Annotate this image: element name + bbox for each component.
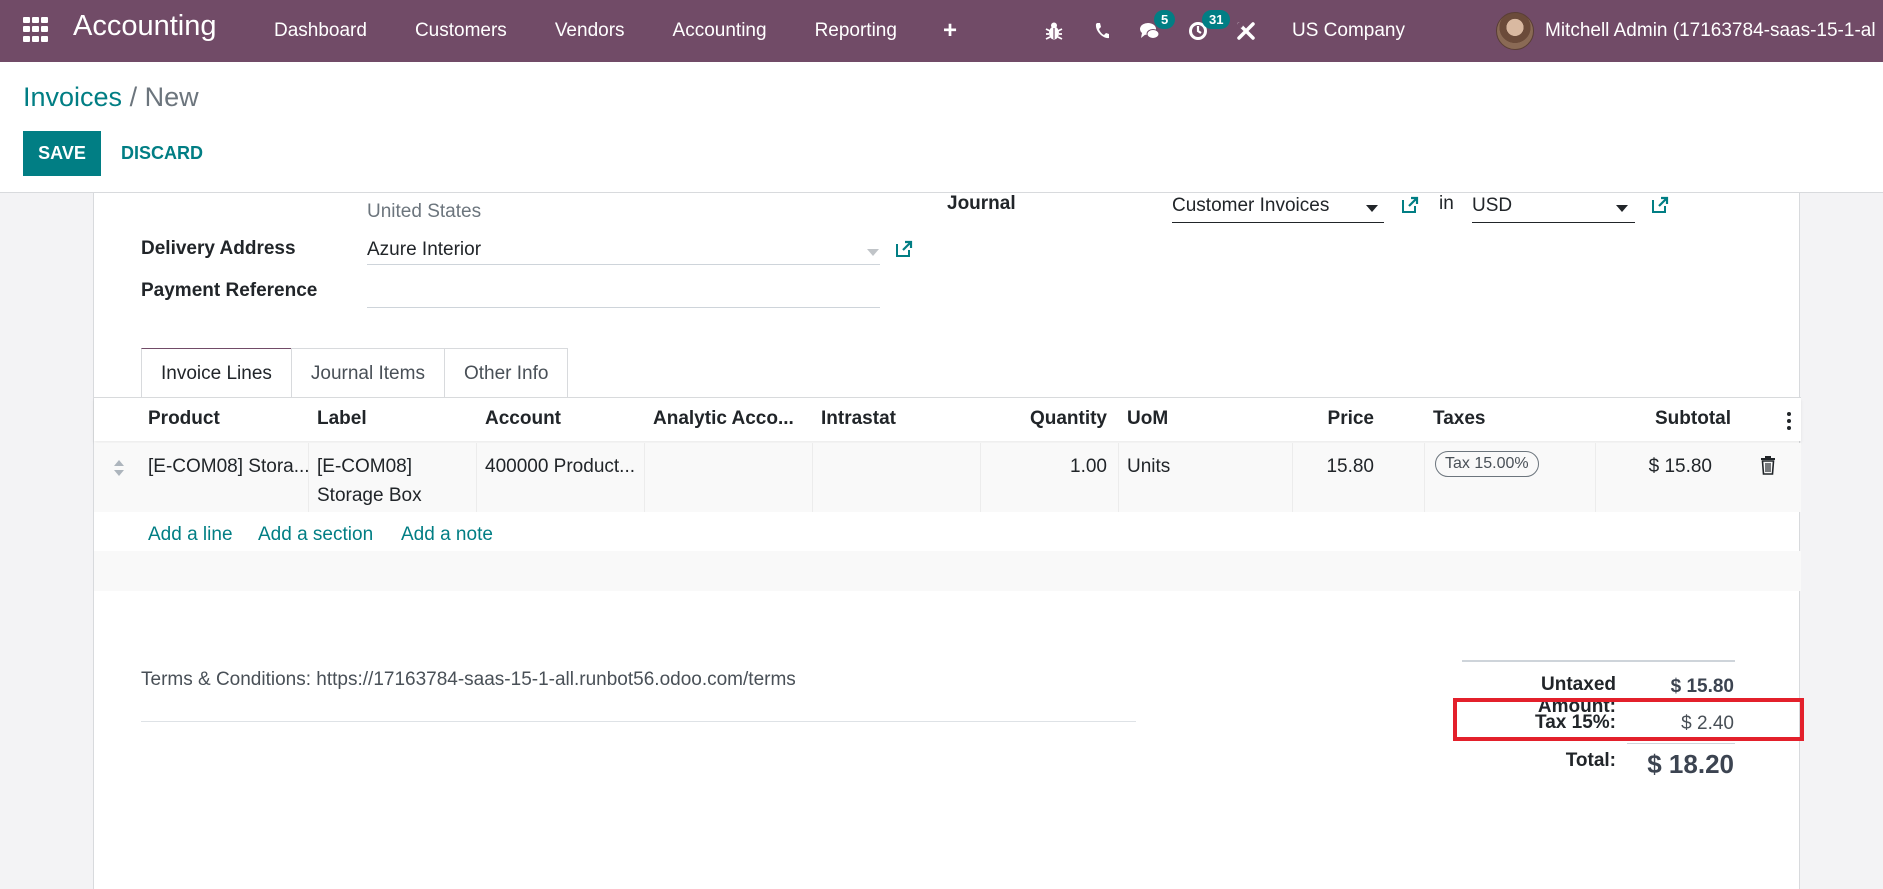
- phone-icon[interactable]: [1078, 0, 1126, 62]
- app-title[interactable]: Accounting: [73, 10, 217, 43]
- company-switcher[interactable]: US Company: [1270, 20, 1427, 42]
- delete-row-trash-icon[interactable]: [1760, 455, 1776, 475]
- tab-journal-items[interactable]: Journal Items: [290, 348, 445, 398]
- column-subtotal[interactable]: Subtotal: [1644, 408, 1731, 430]
- add-a-note-link[interactable]: Add a note: [401, 524, 493, 546]
- journal-external-link-icon[interactable]: [1400, 195, 1420, 215]
- column-intrastat[interactable]: Intrastat: [821, 408, 896, 430]
- payment-reference-label: Payment Reference: [141, 280, 318, 301]
- activities-clock-icon[interactable]: 31: [1174, 0, 1231, 62]
- user-menu[interactable]: Mitchell Admin (17163784-saas-15-1-al: [1496, 0, 1876, 62]
- column-separator: [1118, 443, 1119, 512]
- journal-dropdown-icon[interactable]: [1366, 205, 1378, 212]
- column-product[interactable]: Product: [148, 408, 220, 430]
- terms-divider: [141, 721, 1136, 722]
- cell-label-line2: Storage Box: [317, 485, 422, 506]
- breadcrumb-current: New: [144, 82, 199, 112]
- delivery-address-dropdown-icon[interactable]: [867, 249, 879, 256]
- cell-uom[interactable]: Units: [1127, 452, 1170, 481]
- tab-other-info[interactable]: Other Info: [443, 348, 569, 398]
- app-grid-icon[interactable]: [23, 17, 49, 43]
- main-menu: Dashboard Customers Vendors Accounting R…: [250, 0, 979, 62]
- journal-value: Customer Invoices: [1172, 195, 1330, 216]
- plus-icon[interactable]: +: [921, 0, 979, 62]
- cell-price[interactable]: 15.80: [1294, 452, 1374, 481]
- total-divider: [1627, 743, 1735, 744]
- invoice-lines-header: Product Label Account Analytic Acco... I…: [94, 398, 1801, 441]
- column-price[interactable]: Price: [1314, 408, 1374, 430]
- optional-columns-kebab-icon[interactable]: [1787, 412, 1792, 430]
- avatar: [1496, 12, 1534, 50]
- add-a-line-link[interactable]: Add a line: [148, 524, 233, 546]
- terms-and-conditions: Terms & Conditions: https://17163784-saa…: [141, 669, 796, 690]
- table-row[interactable]: [E-COM08] Stora... [E-COM08] Storage Box…: [94, 443, 1801, 512]
- currency-dropdown-icon[interactable]: [1616, 205, 1628, 212]
- column-separator: [1424, 443, 1425, 512]
- menu-vendors[interactable]: Vendors: [531, 0, 649, 62]
- systray: 5 31 US Company: [1030, 0, 1427, 62]
- journal-label: Journal: [947, 193, 1016, 214]
- address-country: United States: [367, 201, 482, 222]
- add-a-section-link[interactable]: Add a section: [258, 524, 373, 546]
- column-analytic-account[interactable]: Analytic Acco...: [653, 408, 794, 430]
- messages-count-badge: 5: [1154, 10, 1176, 29]
- untaxed-amount-value: $ 15.80: [1670, 676, 1734, 697]
- delivery-address-label: Delivery Address: [141, 238, 296, 259]
- total-value: $ 18.20: [1647, 749, 1734, 779]
- breadcrumb-separator: /: [122, 82, 145, 112]
- save-button[interactable]: SAVE: [23, 131, 101, 176]
- top-navbar: Accounting Dashboard Customers Vendors A…: [0, 0, 1883, 62]
- tab-invoice-lines[interactable]: Invoice Lines: [141, 348, 292, 399]
- column-separator: [812, 443, 813, 512]
- menu-dashboard[interactable]: Dashboard: [250, 0, 391, 62]
- cell-product[interactable]: [E-COM08] Stora...: [148, 452, 310, 481]
- menu-customers[interactable]: Customers: [391, 0, 531, 62]
- cell-label-line1: [E-COM08]: [317, 456, 413, 477]
- currency-external-link-icon[interactable]: [1650, 195, 1670, 215]
- column-taxes[interactable]: Taxes: [1433, 408, 1485, 430]
- cell-quantity[interactable]: 1.00: [1027, 452, 1107, 481]
- column-uom[interactable]: UoM: [1127, 408, 1168, 430]
- user-name: Mitchell Admin (17163784-saas-15-1-al: [1545, 20, 1876, 41]
- column-separator: [980, 443, 981, 512]
- cell-subtotal: $ 15.80: [1648, 456, 1712, 477]
- totals-top-divider: [1462, 660, 1735, 662]
- column-separator: [476, 443, 477, 512]
- tools-icon[interactable]: [1222, 0, 1270, 62]
- empty-row: [94, 551, 1801, 591]
- column-account[interactable]: Account: [485, 408, 561, 430]
- tax-tag[interactable]: Tax 15.00%: [1435, 451, 1539, 477]
- tax-15-value: $ 2.40: [1681, 713, 1734, 734]
- column-label[interactable]: Label: [317, 408, 367, 430]
- debug-bug-icon[interactable]: [1030, 0, 1078, 62]
- cell-account[interactable]: 400000 Product...: [485, 452, 635, 481]
- messages-icon[interactable]: 5: [1126, 0, 1176, 62]
- menu-reporting[interactable]: Reporting: [791, 0, 921, 62]
- delivery-address-external-link-icon[interactable]: [894, 239, 914, 259]
- currency-value: USD: [1472, 195, 1513, 216]
- column-separator: [1292, 443, 1293, 512]
- cell-label[interactable]: [E-COM08] Storage Box: [317, 452, 422, 510]
- payment-reference-input[interactable]: [367, 276, 880, 308]
- invoice-form-sheet: United States Delivery Address Azure Int…: [93, 193, 1804, 889]
- delivery-address-value: Azure Interior: [367, 239, 482, 260]
- breadcrumb-invoices-link[interactable]: Invoices: [23, 82, 122, 112]
- control-panel: Invoices / New SAVE DISCARD: [0, 62, 1883, 193]
- menu-accounting[interactable]: Accounting: [649, 0, 791, 62]
- column-quantity[interactable]: Quantity: [1027, 408, 1107, 430]
- column-separator: [644, 443, 645, 512]
- column-separator: [1595, 443, 1596, 512]
- in-label: in: [1439, 193, 1454, 214]
- notebook-tabs: Invoice Lines Journal Items Other Info: [141, 348, 569, 399]
- discard-button[interactable]: DISCARD: [110, 131, 214, 176]
- tax-15-label: Tax 15%:: [1535, 712, 1616, 733]
- breadcrumb: Invoices / New: [23, 82, 199, 113]
- drag-handle-icon[interactable]: [113, 458, 125, 478]
